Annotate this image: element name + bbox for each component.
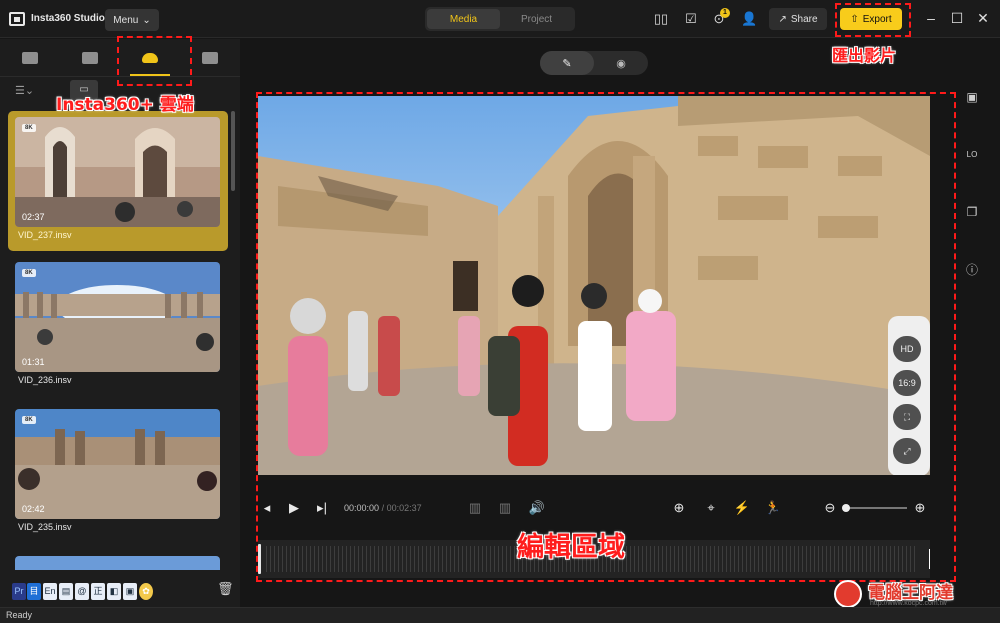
- clip-thumbnail: [15, 556, 220, 570]
- clip-duration: 02:42: [22, 504, 45, 514]
- ime-mode-icon[interactable]: 目: [27, 583, 41, 600]
- clip-name: VID_237.insv: [18, 230, 72, 240]
- mode-switch: Media Project: [425, 7, 575, 31]
- clip-duration: 02:37: [22, 212, 45, 222]
- menu-button[interactable]: Menu ⌄: [105, 9, 159, 31]
- ime-full-icon[interactable]: 正: [91, 583, 105, 600]
- notification-count-badge: 1: [720, 8, 730, 18]
- app-title: Insta360 Studio: [31, 13, 105, 24]
- share-label: Share: [790, 13, 818, 25]
- share-button[interactable]: ↗ Share: [769, 8, 827, 30]
- menu-label: Menu: [113, 14, 139, 26]
- minimize-icon[interactable]: –: [924, 11, 938, 25]
- resolution-badge: 8K: [22, 124, 36, 132]
- starred-folder-icon: [202, 51, 218, 64]
- export-highlight: [835, 3, 911, 37]
- edit-area-highlight: [256, 92, 956, 582]
- book-icon[interactable]: ▯▯: [653, 11, 669, 27]
- preview-mode-toggle: ✎ ◉: [540, 51, 648, 75]
- tab-device[interactable]: [0, 39, 60, 76]
- clip-card[interactable]: 8K 02:42 VID_235.insv: [8, 403, 228, 543]
- status-bar: Ready: [0, 607, 1000, 623]
- clip-name: VID_235.insv: [18, 522, 72, 532]
- cloud-highlight: [117, 36, 192, 86]
- clip-card[interactable]: 8K 02:37 VID_237.insv: [8, 111, 228, 251]
- logo-icon[interactable]: LO: [963, 146, 981, 164]
- cloud-annotation: Insta360+ 雲端: [56, 95, 194, 115]
- eye-icon: ◉: [616, 57, 626, 70]
- library-scrollbar[interactable]: [231, 111, 235, 191]
- info-icon[interactable]: ⓘ: [963, 261, 981, 279]
- clip-card[interactable]: [8, 550, 228, 570]
- user-icon[interactable]: 👤: [741, 11, 757, 27]
- close-icon[interactable]: ✕: [976, 11, 990, 25]
- trash-icon[interactable]: 🗑: [217, 581, 234, 597]
- watermark-url: http://www.kocpc.com.tw: [870, 600, 947, 607]
- edit-area-annotation: 編輯區域: [517, 532, 625, 563]
- edit-icon: ✎: [562, 57, 572, 70]
- clip-card[interactable]: 8K 01:31 VID_236.insv: [8, 256, 228, 396]
- clip-thumbnail: 8K 01:31: [15, 262, 220, 372]
- resolution-badge: 8K: [22, 269, 36, 277]
- preview-mode-button[interactable]: ◉: [594, 51, 648, 75]
- premiere-icon[interactable]: Pr: [12, 583, 26, 600]
- layers-icon[interactable]: ❐: [963, 203, 981, 221]
- folder-icon: [82, 51, 98, 64]
- chevron-down-icon: ⌄: [142, 14, 151, 26]
- tab-project[interactable]: Project: [500, 9, 573, 29]
- sort-icon[interactable]: ☰⌄: [15, 84, 34, 97]
- ime-box-icon[interactable]: ▣: [123, 583, 137, 600]
- app-logo-icon: [9, 12, 25, 26]
- computer-icon: [22, 51, 38, 64]
- tab-media[interactable]: Media: [427, 9, 500, 29]
- watermark: 電腦王阿達 http://www.kocpc.com.tw: [830, 578, 995, 610]
- watermark-mascot-icon: [834, 580, 862, 608]
- tab-folder[interactable]: [60, 39, 120, 76]
- resolution-badge: 8K: [22, 416, 36, 424]
- export-annotation: 匯出影片: [832, 46, 897, 65]
- ime-half-icon[interactable]: ◧: [107, 583, 121, 600]
- edit-task-icon[interactable]: ☑: [683, 11, 699, 27]
- maximize-icon[interactable]: ☐: [950, 11, 964, 25]
- ime-english-icon[interactable]: En: [43, 583, 57, 600]
- taskbar-tray: Pr 目 En ▤ @ 正 ◧ ▣ ✿ 🗑: [0, 577, 240, 607]
- share-icon: ↗: [778, 13, 787, 25]
- media-add-icon[interactable]: ▣: [963, 88, 981, 106]
- ime-at-icon[interactable]: @: [75, 583, 89, 600]
- clip-thumbnail: 8K 02:37: [15, 117, 220, 227]
- edit-mode-button[interactable]: ✎: [540, 51, 594, 75]
- ime-gear-icon[interactable]: ✿: [139, 583, 153, 600]
- status-text: Ready: [6, 610, 33, 620]
- clip-thumbnail: 8K 02:42: [15, 409, 220, 519]
- media-library-panel: ☰⌄ ▭ 8K 02:37 VID_237.insv 8K 01:31 VID_…: [0, 39, 240, 607]
- clip-name: VID_236.insv: [18, 375, 72, 385]
- ime-list-icon[interactable]: ▤: [59, 583, 73, 600]
- clip-duration: 01:31: [22, 357, 45, 367]
